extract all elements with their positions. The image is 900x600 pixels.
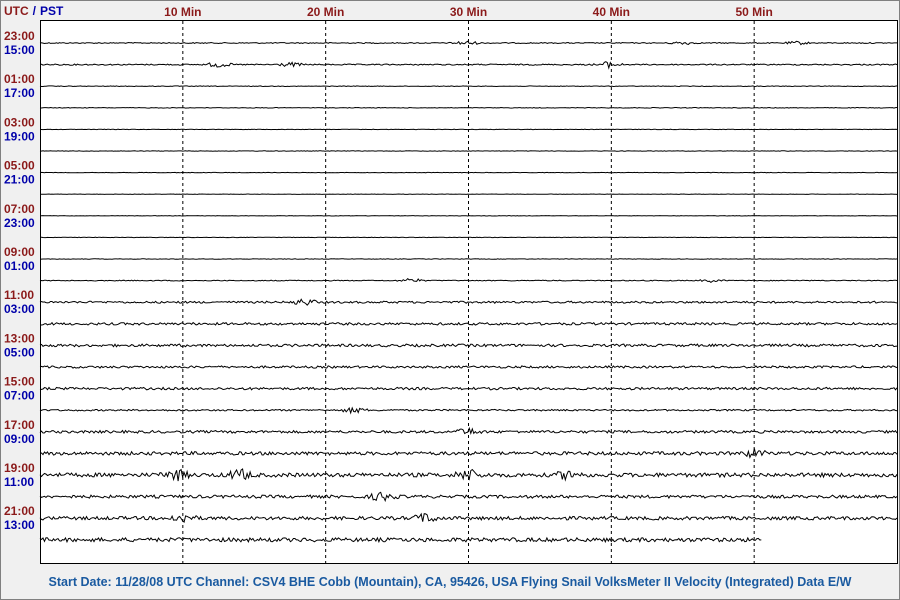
pst-hour-label: 23:00 <box>4 216 35 230</box>
minute-label: 20 Min <box>307 5 344 19</box>
utc-header: UTC <box>4 4 29 18</box>
pst-header: PST <box>40 4 64 18</box>
trace-row-3 <box>39 106 898 109</box>
utc-hour-label: 17:00 <box>4 418 35 432</box>
utc-hour-label: 11:00 <box>4 288 34 302</box>
minute-label: 30 Min <box>450 5 487 19</box>
pst-hour-label: 21:00 <box>4 173 35 187</box>
pst-hour-label: 01:00 <box>4 259 35 273</box>
trace-row-2 <box>39 85 898 88</box>
footer-caption: Start Date: 11/28/08 UTC Channel: CSV4 B… <box>48 575 852 589</box>
utc-hour-label: 19:00 <box>4 461 35 475</box>
utc-hour-label: 05:00 <box>4 159 35 173</box>
seismogram-chart: 10 Min 20 Min 30 Min 40 Min 50 Min 23:0015:0… <box>0 0 900 600</box>
pst-hour-label: 05:00 <box>4 345 35 359</box>
minute-label: 50 Min <box>735 5 772 19</box>
utc-hour-label: 03:00 <box>4 115 35 129</box>
pst-hour-label: 03:00 <box>4 302 35 316</box>
pst-hour-label: 15:00 <box>4 43 35 57</box>
pst-hour-label: 11:00 <box>4 475 34 489</box>
utc-hour-label: 23:00 <box>4 29 35 43</box>
pst-hour-label: 07:00 <box>4 389 35 403</box>
utc-hour-label: 13:00 <box>4 331 35 345</box>
pst-hour-label: 19:00 <box>4 129 35 143</box>
utc-hour-label: 15:00 <box>4 375 35 389</box>
pst-hour-label: 13:00 <box>4 518 35 532</box>
utc-hour-label: 01:00 <box>4 72 35 86</box>
pst-hour-label: 17:00 <box>4 86 35 100</box>
minute-label: 40 Min <box>593 5 630 19</box>
utc-hour-label: 21:00 <box>4 504 35 518</box>
timezone-header: UTC / PST <box>4 4 64 18</box>
pst-hour-label: 09:00 <box>4 432 35 446</box>
minute-label: 10 Min <box>164 5 201 19</box>
utc-hour-label: 07:00 <box>4 202 35 216</box>
utc-hour-label: 09:00 <box>4 245 35 259</box>
